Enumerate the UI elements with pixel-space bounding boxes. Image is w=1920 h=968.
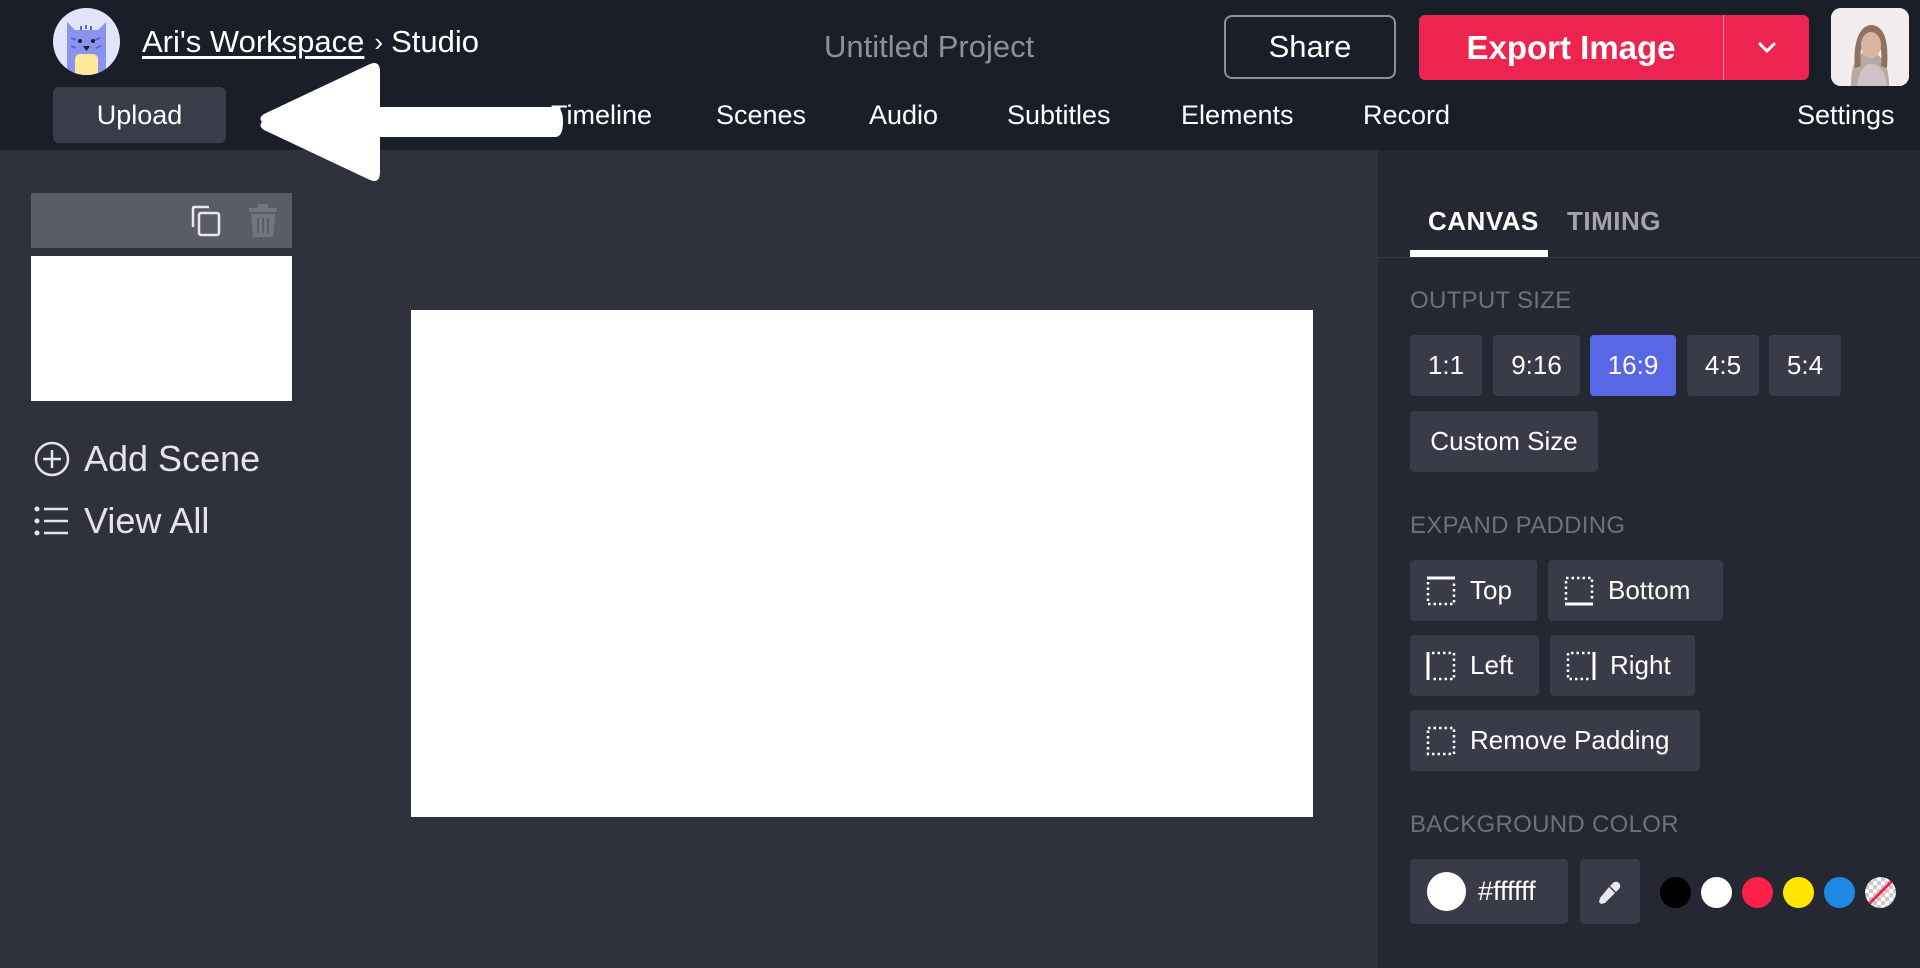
pad-top-label: Top [1470, 575, 1512, 605]
nav-record[interactable]: Record [1363, 97, 1450, 133]
nav-settings[interactable]: Settings [1797, 97, 1895, 133]
padding-bottom-icon [1564, 576, 1594, 605]
export-image-button[interactable]: Export Image [1419, 15, 1724, 80]
pad-top-button[interactable]: Top [1410, 560, 1537, 621]
output-size-label: OUTPUT SIZE [1410, 287, 1572, 314]
ratio-4-5-button[interactable]: 4:5 [1687, 335, 1759, 396]
eyedropper-button[interactable] [1580, 859, 1640, 924]
view-all-label: View All [84, 500, 210, 541]
background-color-input[interactable]: #ffffff [1410, 859, 1568, 924]
canvas[interactable] [411, 310, 1313, 817]
export-button-group: Export Image [1419, 15, 1809, 80]
plus-circle-icon [34, 441, 70, 477]
remove-padding-label: Remove Padding [1470, 725, 1670, 755]
tab-canvas[interactable]: CANVAS [1428, 206, 1539, 237]
pad-bottom-label: Bottom [1608, 575, 1691, 605]
breadcrumb: Ari's Workspace › Studio [142, 20, 479, 64]
background-color-value: #ffffff [1478, 876, 1536, 906]
nav-elements[interactable]: Elements [1181, 97, 1294, 133]
add-scene-button[interactable]: Add Scene [34, 438, 260, 480]
ratio-1-1-button[interactable]: 1:1 [1410, 335, 1482, 396]
tab-divider [1378, 257, 1920, 258]
swatch-blue[interactable] [1824, 877, 1855, 908]
pad-right-label: Right [1610, 650, 1671, 680]
swatch-yellow[interactable] [1783, 877, 1814, 908]
tab-timing[interactable]: TIMING [1567, 206, 1661, 237]
nav-audio[interactable]: Audio [869, 97, 938, 133]
chevron-down-icon [1758, 42, 1775, 53]
active-tab-indicator [1410, 250, 1548, 257]
add-scene-label: Add Scene [84, 438, 261, 479]
scene-thumbnail[interactable] [31, 256, 292, 401]
user-avatar[interactable] [1831, 8, 1909, 86]
padding-none-icon [1426, 726, 1456, 755]
workspace-link[interactable]: Ari's Workspace [142, 20, 364, 64]
ratio-5-4-button[interactable]: 5:4 [1769, 335, 1841, 396]
duplicate-icon[interactable] [191, 205, 221, 237]
padding-top-icon [1426, 576, 1456, 605]
export-options-button[interactable] [1724, 15, 1809, 80]
upload-button[interactable]: Upload [53, 87, 226, 143]
swatch-black[interactable] [1660, 877, 1691, 908]
pad-left-label: Left [1470, 650, 1514, 680]
swatch-red[interactable] [1742, 877, 1773, 908]
ratio-9-16-button[interactable]: 9:16 [1493, 335, 1580, 396]
nav-subtitles[interactable]: Subtitles [1007, 97, 1111, 133]
padding-left-icon [1426, 651, 1456, 680]
properties-panel: CANVAS TIMING OUTPUT SIZE 1:1 9:16 16:9 … [1378, 150, 1920, 968]
list-icon [34, 506, 68, 536]
delete-icon[interactable] [247, 204, 279, 238]
swatch-transparent-icon[interactable] [1865, 877, 1896, 908]
share-button[interactable]: Share [1224, 15, 1396, 79]
top-bar: Ari's Workspace › Studio Untitled Projec… [0, 0, 1920, 150]
cat-logo-icon [67, 22, 106, 75]
padding-right-icon [1566, 651, 1596, 680]
breadcrumb-separator: › [374, 27, 384, 57]
nav-scenes[interactable]: Scenes [716, 97, 806, 133]
remove-padding-button[interactable]: Remove Padding [1410, 710, 1700, 771]
nav-timeline[interactable]: Timeline [551, 97, 652, 133]
project-title[interactable]: Untitled Project [824, 27, 1034, 67]
expand-padding-label: EXPAND PADDING [1410, 512, 1626, 539]
pad-right-button[interactable]: Right [1550, 635, 1695, 696]
background-color-label: BACKGROUND COLOR [1410, 811, 1679, 838]
custom-size-button[interactable]: Custom Size [1410, 411, 1598, 472]
pad-left-button[interactable]: Left [1410, 635, 1539, 696]
pad-bottom-button[interactable]: Bottom [1548, 560, 1723, 621]
current-color-swatch [1427, 872, 1466, 911]
swatch-white[interactable] [1701, 877, 1732, 908]
view-all-button[interactable]: View All [34, 500, 209, 542]
ratio-16-9-button[interactable]: 16:9 [1590, 335, 1676, 396]
breadcrumb-current: Studio [391, 24, 479, 59]
eyedropper-icon [1599, 881, 1621, 904]
workspace-avatar[interactable] [53, 8, 120, 75]
user-photo [1831, 8, 1909, 86]
